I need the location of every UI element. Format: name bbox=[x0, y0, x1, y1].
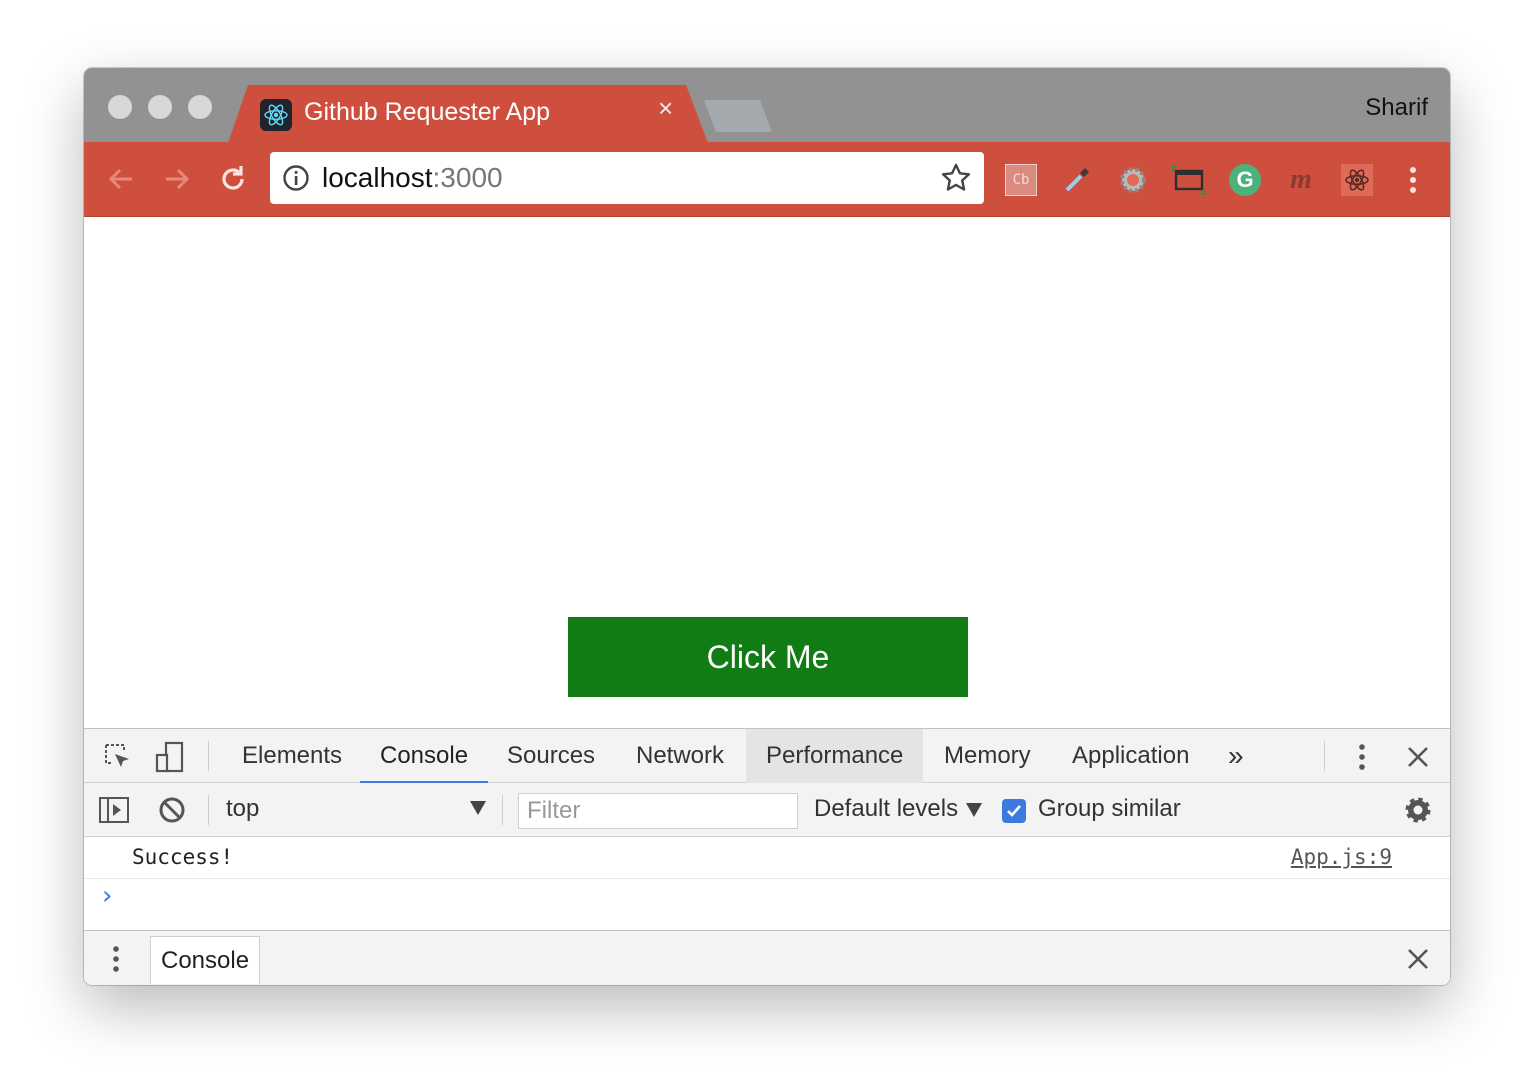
info-icon[interactable] bbox=[282, 164, 310, 192]
tab-application[interactable]: Application bbox=[1052, 729, 1209, 783]
reload-icon[interactable] bbox=[216, 162, 250, 196]
devtools-panel: Elements Console Sources Network Perform… bbox=[84, 728, 1450, 985]
console-prompt-chevron-icon[interactable]: › bbox=[102, 881, 112, 911]
console-settings-gear-icon[interactable] bbox=[1402, 794, 1434, 826]
react-devtools-icon[interactable] bbox=[1340, 163, 1374, 197]
tab-sources[interactable]: Sources bbox=[487, 729, 615, 783]
tab-close-icon[interactable]: × bbox=[658, 95, 673, 121]
zoom-window-button[interactable] bbox=[188, 95, 212, 119]
devtools-tabbar: Elements Console Sources Network Perform… bbox=[84, 729, 1450, 784]
context-selector[interactable]: top bbox=[226, 795, 486, 825]
m-extension-icon[interactable]: m bbox=[1284, 163, 1318, 197]
drawer-menu-icon[interactable] bbox=[100, 943, 132, 975]
tab-title: Github Requester App bbox=[304, 98, 550, 126]
minimize-window-button[interactable] bbox=[148, 95, 172, 119]
address-bar[interactable]: localhost:3000 bbox=[270, 152, 984, 204]
context-value: top bbox=[226, 795, 260, 822]
group-similar-checkbox[interactable] bbox=[1002, 799, 1026, 823]
group-similar-label[interactable]: Group similar bbox=[1038, 795, 1181, 823]
tab-console[interactable]: Console bbox=[360, 729, 489, 784]
browser-tab[interactable]: Github Requester App × bbox=[228, 85, 708, 143]
toolbar-divider-2 bbox=[502, 795, 503, 825]
gear-extension-icon[interactable] bbox=[1116, 163, 1150, 197]
console-message-text: Success! bbox=[132, 845, 234, 869]
tab-elements[interactable]: Elements bbox=[222, 729, 362, 783]
tabbar-divider-right bbox=[1324, 741, 1325, 771]
url-text[interactable]: localhost:3000 bbox=[322, 162, 503, 194]
tab-performance[interactable]: Performance bbox=[746, 729, 924, 783]
log-levels-label: Default levels bbox=[814, 795, 959, 822]
back-arrow-icon[interactable] bbox=[104, 162, 138, 196]
clear-console-icon[interactable] bbox=[156, 794, 188, 826]
browser-toolbar: localhost:3000 Cb G m bbox=[84, 142, 1450, 216]
filter-input[interactable] bbox=[518, 793, 798, 829]
more-tabs-button[interactable]: » bbox=[1208, 729, 1264, 783]
console-message-source-link[interactable]: App.js:9 bbox=[1291, 845, 1392, 869]
profile-name[interactable]: Sharif bbox=[1365, 94, 1428, 122]
log-levels-dropdown[interactable]: Default levels bbox=[814, 795, 983, 823]
tab-network[interactable]: Network bbox=[616, 729, 744, 783]
cb-icon[interactable]: Cb bbox=[1004, 163, 1038, 197]
react-logo-icon bbox=[260, 99, 292, 131]
bookmark-star-icon[interactable] bbox=[940, 162, 972, 194]
console-toolbar: top Default levels Group similar bbox=[84, 783, 1450, 837]
levels-dropdown-arrow-icon bbox=[966, 802, 983, 817]
devtools-menu-icon[interactable] bbox=[1346, 741, 1378, 773]
inspect-element-icon[interactable] bbox=[102, 741, 134, 773]
console-message: Success! App.js:9 bbox=[84, 837, 1450, 879]
menu-dots-icon[interactable] bbox=[1396, 163, 1430, 197]
drawer-tab-console[interactable]: Console bbox=[150, 936, 261, 984]
toolbar-divider bbox=[208, 795, 209, 825]
tab-memory[interactable]: Memory bbox=[924, 729, 1051, 783]
url-port: :3000 bbox=[432, 162, 503, 193]
sidebar-toggle-icon[interactable] bbox=[98, 794, 130, 826]
tabbar-divider bbox=[208, 741, 209, 771]
context-dropdown-arrow-icon bbox=[470, 801, 486, 815]
close-window-button[interactable] bbox=[108, 95, 132, 119]
grammarly-icon[interactable]: G bbox=[1228, 163, 1262, 197]
url-host: localhost bbox=[322, 162, 433, 193]
window-resizer-icon[interactable] bbox=[1172, 163, 1206, 197]
tab-strip: Github Requester App × Sharif bbox=[84, 68, 1450, 143]
forward-arrow-icon[interactable] bbox=[160, 162, 194, 196]
page-viewport: Click Me bbox=[84, 216, 1450, 728]
device-toolbar-icon[interactable] bbox=[154, 741, 186, 773]
eyedropper-icon[interactable] bbox=[1060, 163, 1094, 197]
devtools-drawer: Console bbox=[84, 930, 1450, 985]
click-me-button[interactable]: Click Me bbox=[568, 617, 968, 697]
new-tab-button[interactable] bbox=[704, 100, 772, 132]
close-devtools-icon[interactable] bbox=[1402, 741, 1434, 773]
close-drawer-icon[interactable] bbox=[1402, 943, 1434, 975]
browser-window: Github Requester App × Sharif localhost:… bbox=[84, 68, 1450, 985]
